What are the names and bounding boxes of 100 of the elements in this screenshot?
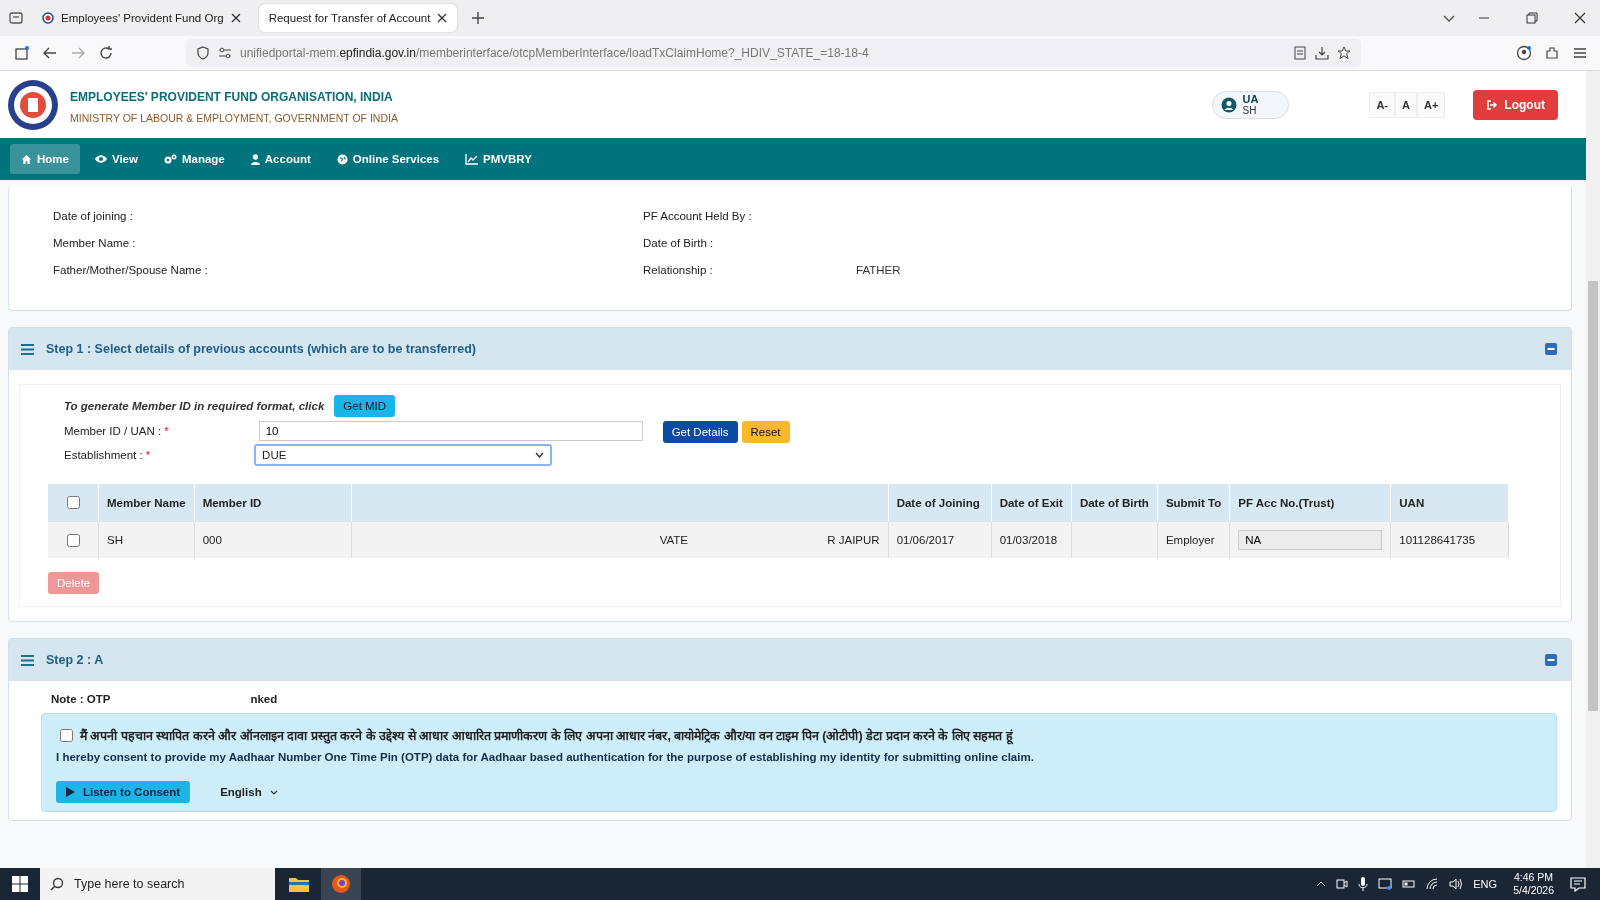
table-cell: 000: [202, 534, 222, 546]
user-chip[interactable]: UA SH: [1211, 90, 1290, 119]
table-cell: 101128641735: [1399, 534, 1476, 546]
notification-icon[interactable]: [1570, 876, 1586, 892]
screen-icon[interactable]: [1378, 877, 1393, 891]
url-text: unifiedportal-mem.epfindia.gov.in/memberinterface/otcpMemberInterface/loadTxClaimHome?_HDIV_STATE_=18-18-4: [240, 46, 869, 60]
row-checkbox[interactable]: [67, 533, 80, 547]
font-size-button[interactable]: A-: [1369, 91, 1395, 118]
clock-date[interactable]: 5/4/2026: [1513, 884, 1554, 897]
listen-button[interactable]: Listen to Consent: [56, 781, 191, 803]
note-text: nked: [250, 693, 278, 705]
shield-icon: [196, 46, 210, 60]
select-all-checkbox[interactable]: [67, 496, 80, 509]
field-value: FATHER: [856, 264, 901, 277]
hint-text: To generate Member ID in required format, click: [64, 400, 325, 412]
menu-icon[interactable]: [1572, 45, 1588, 61]
folder-icon[interactable]: [289, 876, 309, 892]
action-button[interactable]: Reset: [741, 421, 790, 443]
nav-label: View: [111, 153, 138, 165]
table-cell: R JAIPUR: [827, 534, 880, 546]
reload-icon[interactable]: [98, 45, 114, 61]
nav-item[interactable]: Online Services: [325, 144, 451, 174]
pf-account-field[interactable]: NA: [1238, 530, 1383, 550]
organisation-name: EMPLOYEES' PROVIDENT FUND ORGANISATION, INDIA: [70, 89, 394, 104]
volume-icon[interactable]: [1449, 878, 1464, 890]
account-icon[interactable]: [1516, 45, 1532, 61]
home-icon: [21, 153, 32, 165]
column-header: Date of Birth: [1079, 496, 1149, 509]
nav-item[interactable]: Manage: [152, 144, 236, 174]
user-text: SH: [1242, 104, 1258, 116]
step-title: Step 1 : Select details of previous accounts (which are to be transferred): [46, 342, 476, 356]
nav-item[interactable]: PMVBRY: [454, 144, 543, 174]
field-label: Member Name :: [53, 237, 137, 250]
battery-icon[interactable]: [1402, 879, 1417, 889]
wifi-icon[interactable]: [1426, 878, 1440, 890]
gears-icon: [163, 153, 177, 165]
chevron-down-icon: [269, 789, 278, 795]
close-icon[interactable]: [230, 13, 241, 23]
column-header: Member ID: [202, 496, 262, 509]
browser-tab[interactable]: Request for Transfer of Account: [258, 4, 458, 32]
font-size-button[interactable]: A: [1395, 91, 1417, 118]
action-button[interactable]: Get Details: [662, 421, 738, 443]
chevron-up-icon[interactable]: [1316, 881, 1327, 887]
reader-view-icon[interactable]: [1293, 46, 1307, 60]
required-mark: *: [145, 449, 151, 461]
get-mid-button[interactable]: Get MID: [334, 395, 396, 417]
nav-label: Online Services: [352, 153, 440, 165]
microphone-icon[interactable]: [1358, 877, 1369, 891]
camera-icon[interactable]: [1336, 877, 1349, 891]
logout-button[interactable]: Logout: [1473, 89, 1558, 120]
column-header: Member Name: [107, 496, 186, 509]
menu-icon[interactable]: [21, 343, 34, 355]
user-icon: [250, 153, 260, 165]
extensions-icon[interactable]: [1544, 45, 1560, 61]
clock-time[interactable]: 4:46 PM: [1514, 871, 1554, 884]
field-label: Relationship :: [643, 264, 714, 277]
restore-icon[interactable]: [1526, 12, 1538, 24]
table-cell: 01/03/2018: [999, 534, 1058, 546]
consent-text-english: I hereby consent to provide my Aadhaar Number One Time Pin (OTP) data for Aadhaar based authentication for the purpose of establishing my identity for submitting online claim.: [56, 751, 1035, 763]
collapse-icon[interactable]: [1545, 654, 1557, 666]
emblem-logo: [6, 77, 60, 132]
member-id-field[interactable]: 10: [258, 421, 643, 441]
emblem-icon: [42, 12, 54, 24]
column-header: Date of Joining: [896, 496, 980, 509]
tab-list-icon[interactable]: [8, 10, 24, 26]
language-dropdown[interactable]: English: [220, 786, 278, 798]
tab-title: Employees' Provident Fund Org: [61, 12, 224, 24]
font-size-button[interactable]: A+: [1416, 91, 1446, 118]
nav-item[interactable]: Account: [239, 144, 322, 174]
table-cell: VATE: [659, 534, 688, 546]
menu-icon[interactable]: [21, 654, 34, 666]
table-cell: SH: [107, 534, 123, 546]
nav-label: PMVBRY: [483, 153, 532, 165]
language-indicator[interactable]: ENG: [1473, 878, 1498, 890]
address-bar[interactable]: unifiedportal-mem.epfindia.gov.in/memberinterface/otcpMemberInterface/loadTxClaimHome?_HDIV_STATE_=18-18-4: [186, 39, 1361, 67]
taskbar-search-field[interactable]: Type here to search: [40, 868, 275, 900]
field-label: Father/Mother/Spouse Name :: [53, 264, 209, 277]
nav-item[interactable]: View: [83, 144, 149, 174]
back-icon[interactable]: [42, 45, 58, 61]
site-settings-icon[interactable]: [218, 46, 232, 60]
column-header: PF Acc No.(Trust): [1238, 496, 1335, 509]
establishment-dropdown[interactable]: DUE: [254, 444, 553, 466]
start-icon[interactable]: [12, 876, 28, 892]
consent-checkbox[interactable]: [60, 729, 73, 742]
sign-out-icon: [1486, 98, 1499, 111]
sidebar-icon[interactable]: [14, 45, 30, 61]
nav-item[interactable]: Home: [10, 144, 80, 174]
consent-text-hindi: मैं अपनी पहचान स्थापित करने और ऑनलाइन दावा प्रस्तुत करने के उद्देश्य से आधार आधारित प्रमाणीकरण के लिए अपना आधार नंबर, बायोमेट्रिक और/या वन टाइम पिन (ओटीपी) डेटा प्रदान करने के लिए सहमत हूं: [80, 727, 1013, 744]
close-icon[interactable]: [1574, 12, 1586, 24]
new-tab-icon[interactable]: [471, 11, 486, 25]
table-cell: Employer: [1165, 534, 1215, 546]
star-icon[interactable]: [1337, 46, 1351, 60]
close-icon[interactable]: [437, 13, 448, 23]
user-text: UA: [1242, 93, 1259, 105]
browser-tab[interactable]: Employees' Provident Fund Org: [32, 4, 251, 32]
download-icon[interactable]: [1315, 46, 1329, 60]
scrollbar[interactable]: [1586, 71, 1600, 868]
collapse-icon[interactable]: [1545, 343, 1557, 355]
field-label: Date of joining :: [53, 210, 134, 223]
browser-icon[interactable]: [331, 874, 351, 894]
